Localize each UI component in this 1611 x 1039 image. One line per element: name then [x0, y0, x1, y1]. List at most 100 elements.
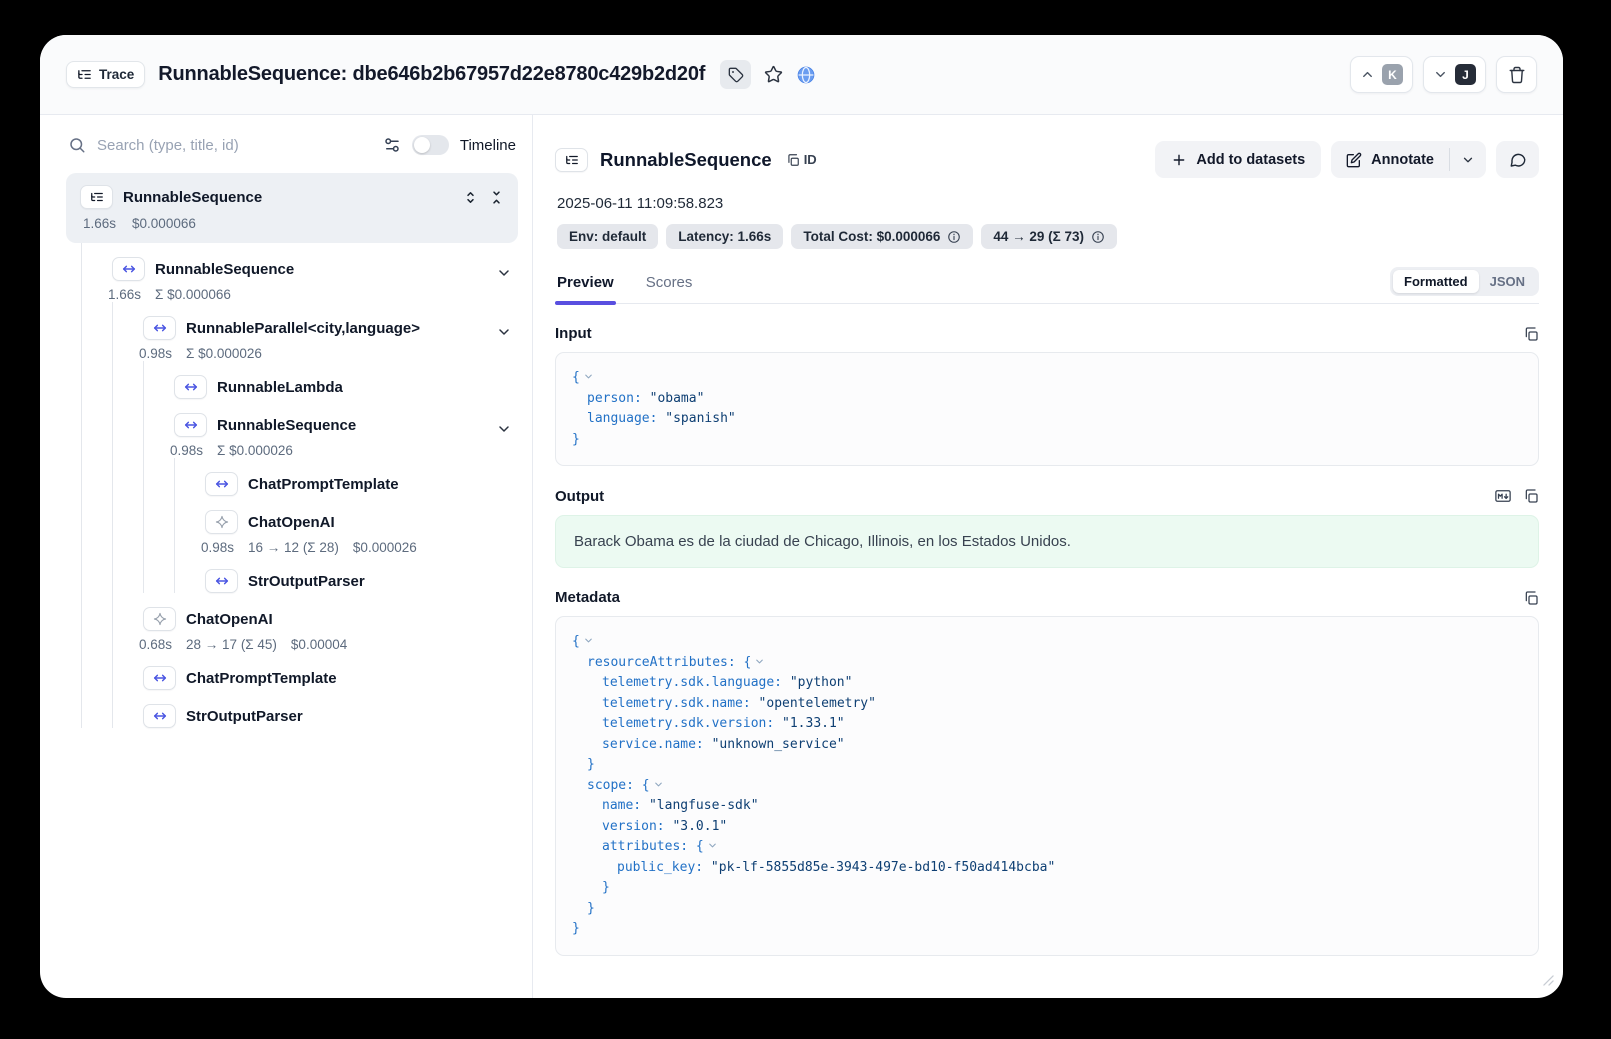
copy-icon — [786, 153, 800, 167]
globe-icon[interactable] — [796, 65, 816, 85]
unfold-vertical-icon[interactable] — [463, 190, 478, 205]
code-line: public_key: "pk-lf-5855d85e-3943-497e-bd… — [572, 858, 1522, 879]
root-cost: $0.000066 — [132, 216, 196, 231]
tab-preview[interactable]: Preview — [555, 274, 616, 303]
page-title: RunnableSequence: dbe646b2b67957d22e8780… — [158, 63, 705, 86]
code-line: version: "3.0.1" — [572, 817, 1522, 838]
tree-item-chatprompttemplate[interactable]: ChatPromptTemplate — [175, 458, 518, 496]
tree-item-chatopenai[interactable]: ChatOpenAI0.98s16 → 12 (Σ 28)$0.000026 — [175, 496, 518, 555]
collapse-chevron-icon[interactable] — [653, 779, 664, 790]
tabs-bar: Preview Scores FormattedJSON — [555, 267, 1539, 304]
collapse-chevron-icon[interactable] — [754, 656, 765, 667]
tree-item-label: ChatPromptTemplate — [186, 670, 337, 687]
tree-item-meta: 1.66sΣ $0.000066 — [108, 287, 518, 302]
chevron-down-icon — [1461, 153, 1475, 167]
tree-item-stroutputparser[interactable]: StrOutputParser — [113, 690, 518, 728]
avatar: K — [1382, 64, 1403, 85]
list-tree-icon — [77, 67, 92, 82]
collapse-chevron-icon[interactable] — [707, 840, 718, 851]
root-duration: 1.66s — [83, 216, 116, 231]
prev-trace-button[interactable]: K — [1350, 56, 1413, 93]
tree-item-runnableparallel-city-language[interactable]: RunnableParallel<city,language>0.98sΣ $0… — [113, 302, 518, 361]
tree-item-label: RunnableSequence — [217, 417, 356, 434]
copy-id-chip[interactable]: ID — [786, 152, 817, 167]
tree-item-label: ChatOpenAI — [248, 514, 335, 531]
tree-item-runnablesequence[interactable]: RunnableSequence 0.98sΣ $0.000026 — [144, 399, 518, 458]
tree-item-chatopenai[interactable]: ChatOpenAI0.68s28 → 17 (Σ 45)$0.00004 — [113, 593, 518, 652]
search-input[interactable] — [97, 137, 372, 154]
left-right-arrow-icon — [112, 257, 145, 281]
tree-root-item[interactable]: RunnableSequence 1.66s $0.000066 — [66, 173, 518, 243]
code-line: { — [572, 368, 1522, 389]
tree-item-meta: 0.98sΣ $0.000026 — [170, 443, 518, 458]
tag-button[interactable] — [720, 60, 751, 89]
copy-icon[interactable] — [1523, 590, 1539, 606]
annotate-dropdown-button[interactable] — [1450, 141, 1486, 178]
tree-item-label: ChatPromptTemplate — [248, 476, 399, 493]
filter-settings-icon[interactable] — [383, 136, 401, 154]
toggle-knob — [414, 137, 430, 153]
timeline-toggle[interactable] — [412, 135, 449, 155]
add-to-datasets-button[interactable]: Add to datasets — [1155, 141, 1321, 178]
format-option-json[interactable]: JSON — [1479, 270, 1536, 293]
trace-badge-label: Trace — [99, 67, 134, 82]
left-right-arrow-icon — [174, 413, 207, 437]
next-trace-button[interactable]: J — [1423, 56, 1486, 93]
badge-text: Latency: 1.66s — [678, 229, 771, 244]
left-right-arrow-icon — [143, 666, 176, 690]
trace-timestamp: 2025-06-11 11:09:58.823 — [557, 195, 1539, 212]
left-right-arrow-icon — [174, 375, 207, 399]
app-window: Trace RunnableSequence: dbe646b2b67957d2… — [40, 35, 1563, 998]
star-icon[interactable] — [764, 65, 783, 84]
tree-item-stroutputparser[interactable]: StrOutputParser — [175, 555, 518, 593]
left-right-arrow-icon — [205, 569, 238, 593]
tree-item-chatprompttemplate[interactable]: ChatPromptTemplate — [113, 652, 518, 690]
markdown-toggle-icon[interactable] — [1494, 487, 1512, 505]
annotate-button[interactable]: Annotate — [1331, 141, 1449, 178]
chevron-down-icon — [1433, 67, 1448, 82]
edit-icon — [1346, 152, 1362, 168]
trace-tree-panel: Timeline RunnableSequence — [40, 115, 533, 998]
trash-icon — [1508, 66, 1526, 84]
code-line: { — [572, 632, 1522, 653]
tokens-label: 28 → 17 (Σ 45) — [186, 637, 277, 652]
format-option-formatted[interactable]: Formatted — [1393, 270, 1479, 293]
code-line: language: "spanish" — [572, 409, 1522, 430]
code-line: } — [572, 878, 1522, 899]
badge-text: 44 → 29 (Σ 73) — [993, 229, 1084, 244]
info-icon[interactable] — [1091, 230, 1105, 244]
copy-icon[interactable] — [1523, 488, 1539, 504]
observation-detail-panel: RunnableSequence ID Add to datasets — [533, 115, 1563, 998]
resize-handle[interactable] — [1543, 973, 1554, 991]
code-line: } — [572, 919, 1522, 940]
code-line: telemetry.sdk.name: "opentelemetry" — [572, 694, 1522, 715]
tag-icon — [728, 67, 744, 83]
tree-item-runnablesequence[interactable]: RunnableSequence1.66sΣ $0.000066 — [82, 243, 518, 302]
code-line: name: "langfuse-sdk" — [572, 796, 1522, 817]
collapse-chevron-icon[interactable] — [583, 371, 594, 382]
fold-vertical-icon[interactable] — [489, 190, 504, 205]
code-line: service.name: "unknown_service" — [572, 735, 1522, 756]
observation-title: RunnableSequence — [600, 149, 772, 171]
tree-item-runnablelambda[interactable]: RunnableLambda — [144, 361, 518, 399]
info-icon[interactable] — [947, 230, 961, 244]
code-line: resourceAttributes: { — [572, 653, 1522, 674]
cost-label: $0.000026 — [353, 540, 417, 555]
chevron-down-icon[interactable] — [496, 324, 512, 340]
input-json-box: {person: "obama"language: "spanish"} — [555, 352, 1539, 466]
copy-icon[interactable] — [1523, 326, 1539, 342]
badge-text: Total Cost: $0.000066 — [803, 229, 940, 244]
chevron-down-icon[interactable] — [496, 265, 512, 281]
comments-button[interactable] — [1496, 141, 1539, 178]
tab-scores[interactable]: Scores — [644, 274, 695, 303]
code-line: } — [572, 755, 1522, 776]
code-line: telemetry.sdk.language: "python" — [572, 673, 1522, 694]
delete-trace-button[interactable] — [1496, 56, 1537, 93]
tree-group: ChatPromptTemplate ChatOpenAI0.98s16 → 12… — [174, 458, 518, 593]
code-line: telemetry.sdk.version: "1.33.1" — [572, 714, 1522, 735]
chevron-down-icon[interactable] — [496, 421, 512, 437]
duration-label: 0.98s — [139, 346, 172, 361]
collapse-chevron-icon[interactable] — [583, 635, 594, 646]
annotate-button-group: Annotate — [1331, 141, 1486, 178]
duration-label: 1.66s — [108, 287, 141, 302]
